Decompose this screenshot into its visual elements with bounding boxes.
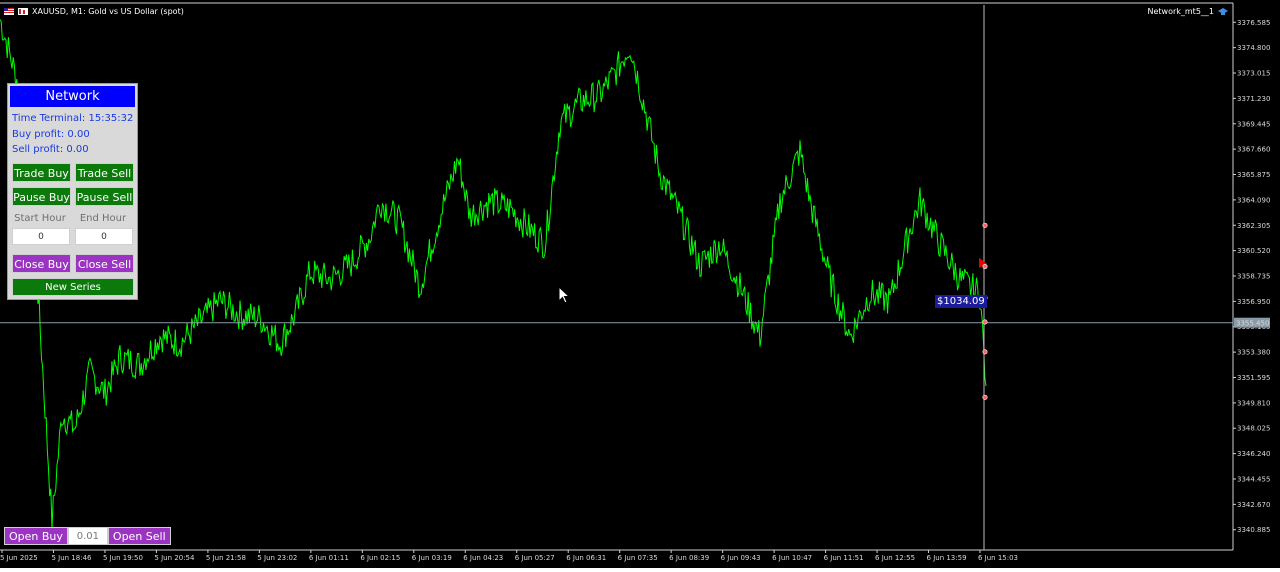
- time-tick-label: 6 Jun 12:55: [875, 554, 915, 562]
- chart-background: [0, 0, 1280, 568]
- time-tick-label: 6 Jun 06:31: [566, 554, 606, 562]
- end-hour-label: End Hour: [79, 213, 127, 224]
- profit-label: $1034.09: [935, 295, 987, 308]
- price-tick-label: 3342.670: [1237, 501, 1270, 509]
- mouse-pointer-icon: [558, 286, 570, 304]
- time-tick-label: 5 Jun 2025: [0, 554, 38, 562]
- start-hour-input[interactable]: 0: [12, 228, 70, 245]
- price-tick-label: 3374.800: [1237, 44, 1270, 52]
- order-marker: [982, 319, 988, 325]
- time-terminal-text: Time Terminal: 15:35:32: [12, 113, 134, 124]
- time-tick-label: 6 Jun 11:51: [824, 554, 864, 562]
- buy-profit-text: Buy profit: 0.00: [12, 129, 90, 140]
- price-tick-label: 3365.875: [1237, 171, 1270, 179]
- chart-window[interactable]: 3376.585 3374.800 3373.015 3371.230 3369.445…: [0, 0, 1280, 568]
- network-panel: Network Time Terminal: 15:35:32 Buy prof…: [7, 83, 138, 300]
- time-tick-label: 5 Jun 19:50: [103, 554, 143, 562]
- trade-sell-button[interactable]: Trade Sell: [75, 163, 134, 182]
- price-chart[interactable]: 3376.585 3374.800 3373.015 3371.230 3369.445…: [0, 0, 1280, 568]
- price-tick-label: 3362.305: [1237, 222, 1270, 230]
- price-axis: 3376.585 3374.800 3373.015 3371.230 3369.445…: [1233, 19, 1270, 534]
- price-tick-label: 3344.455: [1237, 475, 1270, 483]
- order-marker: [982, 349, 988, 355]
- open-buy-button[interactable]: Open Buy: [4, 527, 68, 545]
- time-tick-label: 6 Jun 10:47: [772, 554, 812, 562]
- one-click-trading-bar: Open Buy 0.01 Open Sell: [4, 527, 171, 545]
- time-tick-label: 6 Jun 03:19: [412, 554, 452, 562]
- new-series-button[interactable]: New Series: [12, 278, 134, 296]
- time-tick-label: 5 Jun 18:46: [51, 554, 92, 562]
- price-tick-label: 3340.885: [1237, 526, 1270, 534]
- order-marker: [982, 394, 988, 400]
- order-marker: [982, 222, 988, 228]
- time-tick-label: 6 Jun 04:23: [463, 554, 503, 562]
- bid-tag-label: 3355.450: [1236, 320, 1269, 328]
- flag-icon: [4, 8, 14, 15]
- time-tick-label: 6 Jun 09:43: [721, 554, 761, 562]
- price-tick-label: 3369.445: [1237, 120, 1270, 128]
- price-tick-label: 3376.585: [1237, 19, 1270, 27]
- price-tick-label: 3367.660: [1237, 146, 1270, 154]
- pause-sell-button[interactable]: Pause Sell: [75, 187, 134, 206]
- order-marker: [982, 264, 988, 270]
- start-hour-label: Start Hour: [14, 213, 66, 224]
- price-tick-label: 3351.595: [1237, 374, 1270, 382]
- price-tick-label: 3353.380: [1237, 349, 1270, 357]
- pause-buy-button[interactable]: Pause Buy: [12, 187, 71, 206]
- trade-buy-button[interactable]: Trade Buy: [12, 163, 71, 182]
- symbol-title-text: XAUUSD, M1: Gold vs US Dollar (spot): [32, 7, 184, 16]
- time-tick-label: 6 Jun 02:15: [360, 554, 400, 562]
- close-buy-button[interactable]: Close Buy: [12, 254, 71, 273]
- price-tick-label: 3373.015: [1237, 70, 1270, 78]
- open-sell-button[interactable]: Open Sell: [107, 527, 171, 545]
- time-tick-label: 5 Jun 23:02: [257, 554, 297, 562]
- time-tick-label: 6 Jun 13:59: [927, 554, 967, 562]
- expert-advisor-title[interactable]: Network_mt5__1: [1147, 7, 1228, 16]
- price-tick-label: 3349.810: [1237, 399, 1270, 407]
- sell-profit-text: Sell profit: 0.00: [12, 144, 89, 155]
- price-tick-label: 3371.230: [1237, 95, 1270, 103]
- time-tick-label: 5 Jun 20:54: [154, 554, 195, 562]
- price-tick-label: 3358.735: [1237, 273, 1270, 281]
- time-tick-label: 6 Jun 07:35: [618, 554, 658, 562]
- end-hour-input[interactable]: 0: [75, 228, 133, 245]
- price-tick-label: 3348.025: [1237, 425, 1270, 433]
- chart-type-icon: [18, 8, 28, 15]
- price-tick-label: 3346.240: [1237, 450, 1270, 458]
- close-sell-button[interactable]: Close Sell: [75, 254, 134, 273]
- time-tick-label: 6 Jun 15:03: [978, 554, 1018, 562]
- price-tick-label: 3360.520: [1237, 247, 1270, 255]
- panel-title: Network: [10, 86, 135, 107]
- graduation-hat-icon[interactable]: [1218, 7, 1228, 16]
- chart-symbol-title: XAUUSD, M1: Gold vs US Dollar (spot): [4, 7, 184, 16]
- ea-name-text: Network_mt5__1: [1147, 7, 1214, 16]
- price-tick-label: 3356.950: [1237, 298, 1270, 306]
- bid-price-tag: 3355.450: [1234, 317, 1270, 328]
- price-tick-label: 3364.090: [1237, 196, 1270, 204]
- time-tick-label: 5 Jun 21:58: [206, 554, 246, 562]
- time-tick-label: 6 Jun 05:27: [515, 554, 555, 562]
- time-tick-label: 6 Jun 01:11: [309, 554, 349, 562]
- time-tick-label: 6 Jun 08:39: [669, 554, 709, 562]
- lot-size-input[interactable]: 0.01: [67, 527, 108, 545]
